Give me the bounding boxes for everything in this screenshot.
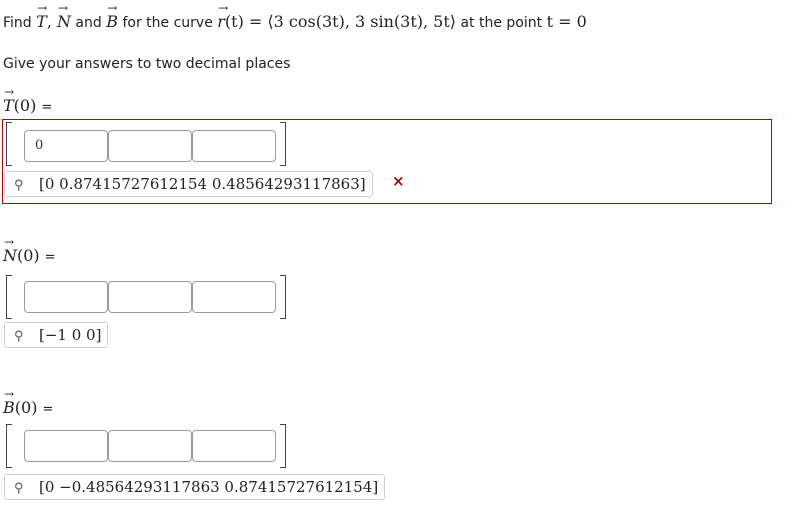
t-input-1[interactable]: 0	[24, 130, 108, 162]
question-for-curve: for the curve	[118, 15, 218, 31]
t-input-2[interactable]	[108, 130, 192, 162]
b-vector-symbol: B	[106, 1, 118, 31]
b-input-1[interactable]	[24, 430, 108, 462]
question-text: Find T, N and B for the curve r(t) = ⟨3 …	[3, 1, 587, 31]
b-label: B(0) =	[3, 387, 54, 417]
question-at-point: at the point	[456, 15, 547, 31]
question-and: and	[70, 15, 107, 31]
n-label-arg: (0)	[17, 246, 40, 265]
b-label-eq: =	[42, 402, 54, 417]
n-preview-value: [−1 0 0]	[39, 326, 102, 344]
b-preview: ⚲ [0 −0.48564293117863 0.87415727612154]	[4, 474, 386, 500]
question-prefix: Find	[3, 15, 37, 31]
n-input-3[interactable]	[192, 281, 276, 313]
preview-toggle-icon[interactable]: ⚲	[14, 481, 24, 496]
b-input-3[interactable]	[192, 430, 276, 462]
n-bracket-right	[280, 275, 286, 319]
b-input-2[interactable]	[108, 430, 192, 462]
b-label-arg: (0)	[14, 398, 38, 417]
b-bracket-left	[6, 424, 12, 468]
question-sep: ,	[46, 12, 57, 31]
incorrect-x-icon: ×	[392, 172, 405, 190]
t-label-arg: (0)	[13, 96, 37, 115]
n-label-symbol: N	[3, 235, 17, 265]
n-vector-symbol: N	[57, 1, 71, 31]
t-preview-value: [0 0.87415727612154 0.48564293117863]	[39, 175, 366, 193]
n-label: N(0) =	[3, 235, 56, 265]
curve-expression: (t) = ⟨3 cos(3t), 3 sin(3t), 5t⟩	[224, 12, 457, 31]
preview-toggle-icon[interactable]: ⚲	[14, 329, 24, 344]
t-label-eq: =	[41, 100, 53, 115]
t-label: T(0) =	[3, 85, 53, 115]
n-label-eq: =	[44, 250, 56, 265]
preview-toggle-icon[interactable]: ⚲	[14, 178, 24, 193]
n-bracket-left	[6, 275, 12, 319]
t-input-3[interactable]	[192, 130, 276, 162]
t-vector-symbol: T	[36, 1, 47, 31]
n-input-2[interactable]	[108, 281, 192, 313]
t-label-symbol: T	[3, 85, 14, 115]
instruction-text: Give your answers to two decimal places	[3, 56, 291, 72]
t-bracket-right	[280, 122, 286, 166]
n-preview: ⚲ [−1 0 0]	[4, 322, 109, 348]
b-label-symbol: B	[3, 387, 15, 417]
t-bracket-left	[6, 122, 12, 166]
t-preview: ⚲ [0 0.87415727612154 0.48564293117863]	[4, 171, 373, 197]
b-preview-value: [0 −0.48564293117863 0.87415727612154]	[39, 478, 379, 496]
b-bracket-right	[280, 424, 286, 468]
n-input-1[interactable]	[24, 281, 108, 313]
r-vector-symbol: r	[217, 1, 228, 31]
point-expression: t = 0	[546, 12, 587, 31]
